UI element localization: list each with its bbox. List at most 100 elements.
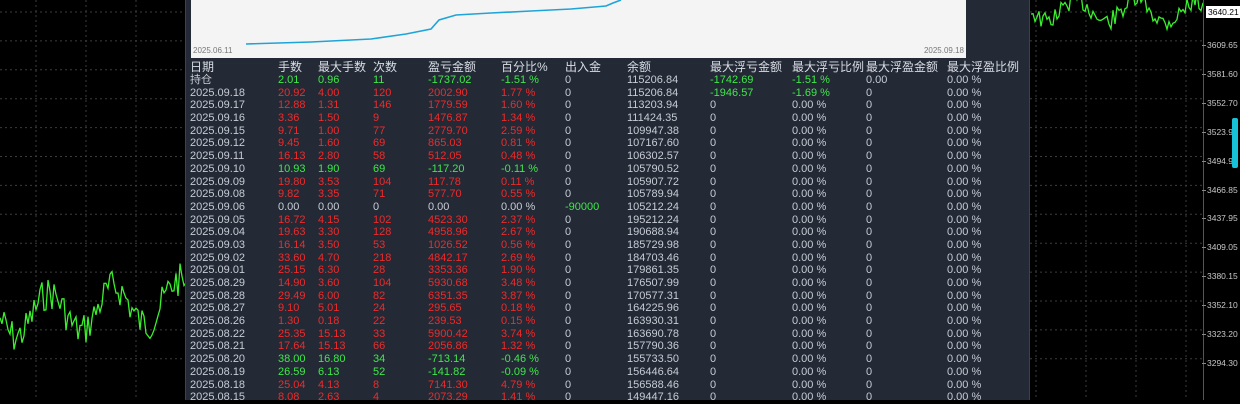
cell-col-5: 1.32 % [501,340,536,353]
cell-col-0: 2025.09.09 [190,175,246,188]
cell-col-1: 19.80 [278,175,306,188]
cell-col-5: 2.69 % [501,251,536,264]
cell-col-6: 出入金 [565,60,602,74]
cell-col-11: 0.00 % [947,188,982,201]
cell-col-11: 0.00 % [947,175,982,188]
cell-col-3: 28 [373,264,386,277]
cell-col-1: 10.93 [278,162,306,175]
cell-col-8: -1946.57 [710,86,754,99]
cell-col-5: -0.09 % [501,365,539,378]
cell-col-11: 0.00 % [947,340,982,353]
cell-col-3: 69 [373,162,386,175]
cell-col-8: 0 [710,251,717,264]
cell-col-11: 0.00 % [947,86,982,99]
cell-col-9: 0.00 % [792,124,827,137]
cell-col-9: 0.00 % [792,365,827,378]
cell-col-1: 9.82 [278,188,300,201]
cell-col-7: 149447.16 [627,391,679,404]
cell-col-9: 0.00 % [792,200,827,213]
cell-col-2: 2.63 [318,391,340,404]
cell-col-11: 0.00 % [947,365,982,378]
cell-col-5: 4.79 % [501,378,536,391]
cell-col-7: 111424.35 [627,112,678,125]
cell-col-6: 0 [565,188,572,201]
cell-col-7: 156588.46 [627,378,679,391]
cell-col-4: 1476.87 [428,112,468,125]
cell-col-11: 0.00 % [947,112,982,125]
cell-col-4: 1026.52 [428,238,468,251]
cell-col-6: 0 [565,340,572,353]
cell-col-6: 0 [565,277,572,289]
cell-col-9: 0.00 % [792,251,827,264]
cell-col-11: 0.00 % [947,353,982,366]
cell-col-6: 0 [565,264,572,277]
cell-col-10: 0 [866,353,873,366]
cell-col-0: 2025.09.06 [190,200,246,213]
cell-col-4: -141.82 [428,365,466,378]
cell-col-1: 2.01 [278,74,300,86]
cell-col-4: 117.78 [428,175,461,188]
cell-col-5: 1.60 % [501,99,536,112]
cell-col-0: 2025.09.02 [190,251,246,264]
cell-col-7: 164225.96 [627,302,679,315]
cell-col-1: 14.90 [278,277,306,289]
cell-col-8: 0 [710,99,717,112]
cell-col-0: 持仓 [190,74,212,86]
cell-col-4: 2056.86 [428,340,468,353]
cell-col-9: 0.00 % [792,226,827,239]
cell-col-6: 0 [565,124,572,137]
cell-col-1: 33.60 [278,251,306,264]
daily-report-panel: 2025.06.11 2025.09.18 日期 手数 最大手数 次数 盈亏金额 百分比%… [185,0,1030,403]
cell-col-4: 1779.59 [428,99,468,112]
cell-col-11: 0.00 % [947,264,982,277]
cell-col-2: 1.50 [318,112,340,125]
cell-col-10: 0 [866,124,873,137]
cell-col-2: 1.00 [318,124,340,137]
cell-col-0: 2025.09.12 [190,137,246,150]
cell-col-10: 0 [866,251,873,264]
cell-col-8: -1742.69 [710,74,754,86]
mini-chart-end-date: 2025.09.18 [923,46,964,55]
cell-col-3: 104 [373,175,392,188]
cell-col-7: 105212.24 [627,200,679,213]
cell-col-0: 2025.08.21 [190,340,246,353]
scale-indicator[interactable] [1232,118,1238,168]
cell-col-3: 4 [373,391,380,404]
cell-col-9: 0.00 % [792,175,827,188]
cell-col-0: 2025.08.20 [190,353,246,366]
cell-col-9: 0.00 % [792,315,827,328]
cell-col-7: 170577.31 [627,289,679,302]
price-axis: 3609.65 3581.60 3552.70 3523.9 3494.9 3466.85… [1202,0,1240,400]
cell-col-9: 0.00 % [792,353,827,366]
cell-col-6: 0 [565,251,572,264]
cell-col-3: 53 [373,238,386,251]
cell-col-8: 0 [710,226,717,239]
cell-col-10: 0 [866,365,873,378]
cell-col-2: 4.15 [318,213,340,226]
cell-col-1: 手数 [278,60,303,74]
cell-col-7: 163930.31 [627,315,679,328]
cell-col-4: 2779.70 [428,124,468,137]
cell-col-3: 104 [373,277,392,289]
cell-col-3: 9 [373,112,380,125]
cell-col-3: 8 [373,378,380,391]
cell-col-10: 0 [866,188,873,201]
cell-col-7: 155733.50 [627,353,679,366]
cell-col-8: 0 [710,200,717,213]
cell-col-7: 179861.35 [627,264,679,277]
cell-col-1: 16.14 [278,238,306,251]
cell-col-0: 2025.09.01 [190,264,246,277]
cell-col-11: 0.00 % [947,251,982,264]
cell-col-0: 2025.09.04 [190,226,246,239]
cell-col-8: 0 [710,213,717,226]
cell-col-10: 0 [866,277,873,289]
cell-col-6: -90000 [565,200,600,213]
cell-col-0: 2025.08.15 [190,391,246,404]
cell-col-10: 0 [866,315,873,328]
price-tick: 3437.95 [1202,213,1238,224]
cell-col-0: 2025.08.22 [190,327,246,340]
cell-col-6: 0 [565,162,572,175]
cell-col-8: 0 [710,124,717,137]
cell-col-0: 2025.08.18 [190,378,246,391]
cell-col-1: 25.04 [278,378,306,391]
